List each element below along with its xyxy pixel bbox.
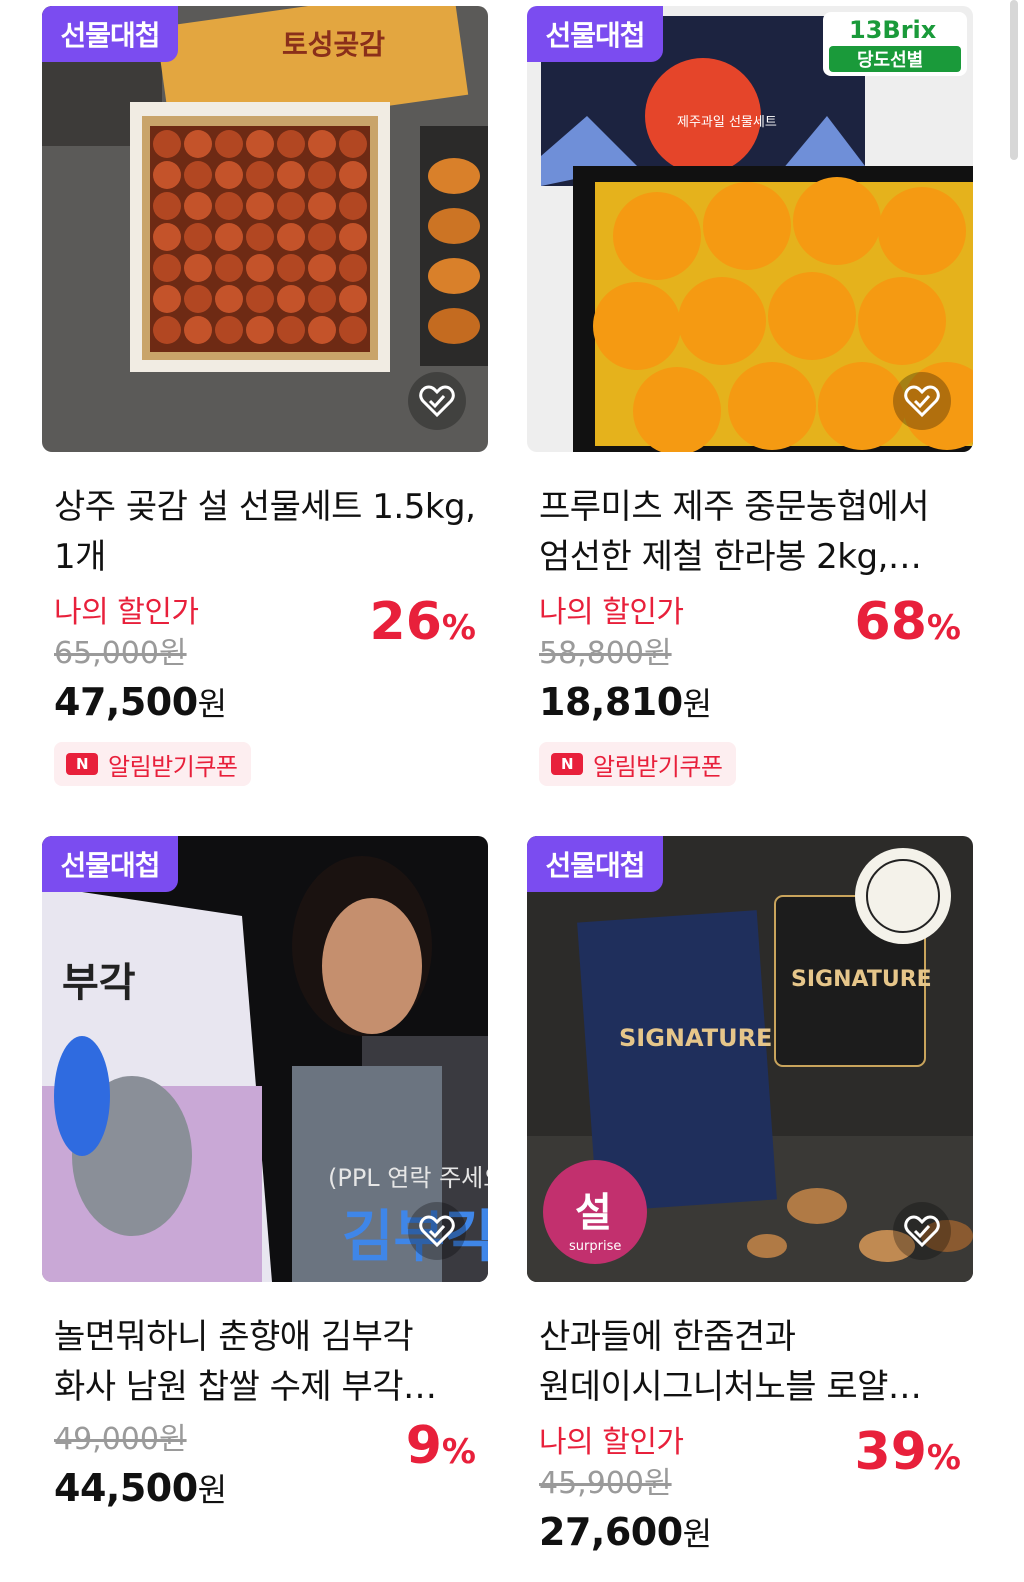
product-image[interactable]: 토성곶감 선물대첩 [42,6,488,452]
wishlist-heart-button[interactable] [893,1202,951,1260]
discount-percent: 26% [369,592,476,652]
gift-event-badge: 선물대첩 [527,836,663,892]
product-card[interactable]: 부각 (PPL 연락 주세요 김부각 선물대첩 놀면뭐하니 춘향애 김부각 화사… [42,836,488,1520]
price-info: 9% 49,000원 44,500원 [42,1416,488,1520]
wishlist-heart-button[interactable] [408,372,466,430]
product-title[interactable]: 산과들에 한줌견과 원데이시그니처노블 로얄… [527,1312,973,1412]
heart-icon [904,385,940,418]
product-card[interactable]: SIGNATURE SIGNATURE 설 surprise 선물대첩 산과들에… [527,836,973,1564]
svg-text:SIGNATURE: SIGNATURE [619,1024,772,1052]
wishlist-heart-button[interactable] [408,1202,466,1260]
svg-text:surprise: surprise [569,1239,621,1254]
heart-icon [419,1215,455,1248]
product-card[interactable]: 토성곶감 선물대첩 상주 곶감 설 선물세트 1.5kg, 1개 26% 나의 … [42,6,488,786]
n-logo-icon: N [551,753,583,775]
svg-text:(PPL 연락 주세요: (PPL 연락 주세요 [328,1164,488,1192]
svg-text:13Brix: 13Brix [849,16,937,44]
sale-price: 18,810원 [539,680,712,724]
gift-event-badge: 선물대첩 [527,6,663,62]
svg-text:제주과일 선물세트: 제주과일 선물세트 [677,115,777,130]
gift-event-badge: 선물대첩 [42,6,178,62]
product-image[interactable]: 부각 (PPL 연락 주세요 김부각 선물대첩 [42,836,488,1282]
product-grid-page: 토성곶감 선물대첩 상주 곶감 설 선물세트 1.5kg, 1개 26% 나의 … [0,0,1024,1582]
product-image[interactable]: 제주과일 선물세트 13Brix 당도선별 선물대첩 [527,6,973,452]
price-info: 68% 나의 할인가 58,800원 18,810원 N 알림받기쿠폰 [527,590,973,786]
sale-price: 27,600원 [539,1510,712,1554]
svg-text:설: 설 [575,1190,612,1236]
discount-percent: 9% [405,1416,476,1476]
svg-text:당도선별: 당도선별 [857,50,923,71]
product-title[interactable]: 놀면뭐하니 춘향애 김부각 화사 남원 찹쌀 수제 부각… [42,1312,488,1412]
notification-coupon-tag[interactable]: N 알림받기쿠폰 [539,742,737,786]
wishlist-heart-button[interactable] [893,372,951,430]
svg-text:부각: 부각 [62,960,136,1006]
discount-percent: 68% [854,592,961,652]
gift-event-badge: 선물대첩 [42,836,178,892]
product-title[interactable]: 상주 곶감 설 선물세트 1.5kg, 1개 [42,482,488,582]
sale-price: 47,500원 [54,680,227,724]
heart-icon [904,1215,940,1248]
svg-text:토성곶감: 토성곶감 [282,28,385,61]
svg-text:SIGNATURE: SIGNATURE [791,967,932,992]
discount-percent: 39% [854,1422,961,1482]
heart-icon [419,385,455,418]
product-card[interactable]: 제주과일 선물세트 13Brix 당도선별 선물대첩 프루미츠 제주 중문농협에… [527,6,973,786]
price-info: 26% 나의 할인가 65,000원 47,500원 N 알림받기쿠폰 [42,590,488,786]
notification-coupon-tag[interactable]: N 알림받기쿠폰 [54,742,252,786]
product-title[interactable]: 프루미츠 제주 중문농협에서 엄선한 제철 한라봉 2kg,… [527,482,973,582]
n-logo-icon: N [66,753,98,775]
product-image[interactable]: SIGNATURE SIGNATURE 설 surprise 선물대첩 [527,836,973,1282]
scrollbar[interactable] [1010,0,1018,160]
price-info: 39% 나의 할인가 45,900원 27,600원 [527,1420,973,1564]
